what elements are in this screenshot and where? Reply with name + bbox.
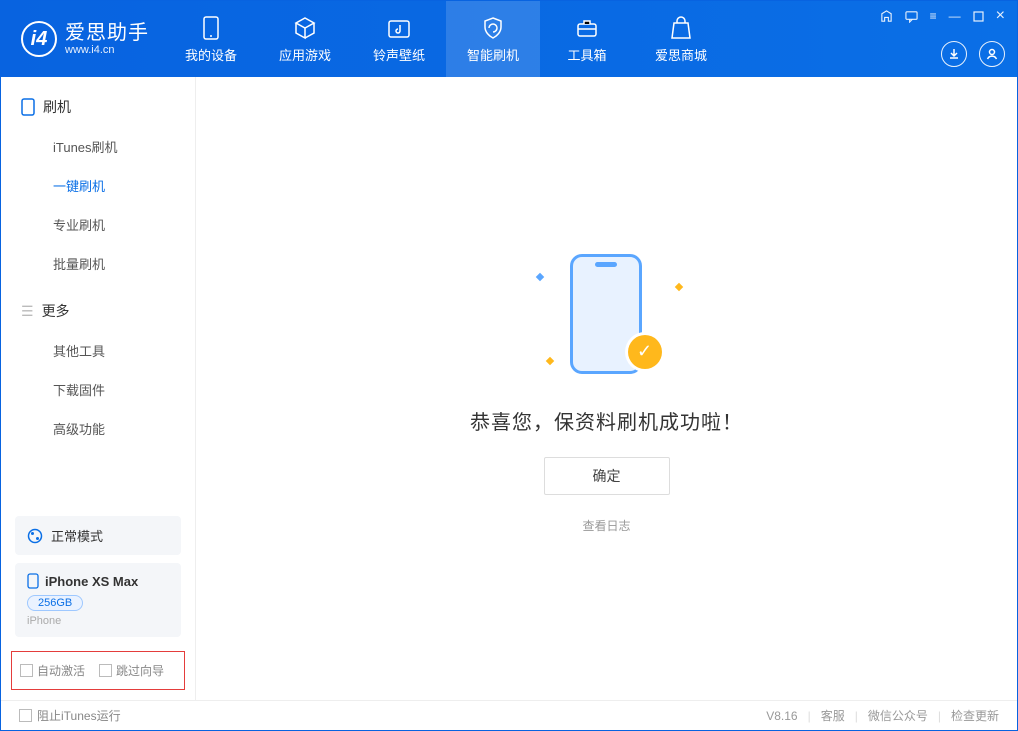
app-subtitle: www.i4.cn xyxy=(65,44,149,56)
mode-status[interactable]: 正常模式 xyxy=(15,516,181,555)
close-button[interactable]: × xyxy=(996,7,1005,25)
check-badge-icon: ✓ xyxy=(628,335,662,369)
user-button[interactable] xyxy=(979,41,1005,67)
sidebar-item-other-tools[interactable]: 其他工具 xyxy=(1,331,195,370)
tab-store[interactable]: 爱思商城 xyxy=(634,1,728,77)
device-type: iPhone xyxy=(27,615,169,627)
menu-icon[interactable]: ≡ xyxy=(930,9,937,23)
sidebar-item-oneclick-flash[interactable]: 一键刷机 xyxy=(1,166,195,205)
footer-link-wechat[interactable]: 微信公众号 xyxy=(868,707,928,724)
window-controls: ≡ — × xyxy=(880,7,1005,25)
tab-ringtones[interactable]: 铃声壁纸 xyxy=(352,1,446,77)
tab-my-device[interactable]: 我的设备 xyxy=(164,1,258,77)
logo[interactable]: i4 爱思助手 www.i4.cn xyxy=(1,21,164,57)
ok-button[interactable]: 确定 xyxy=(544,457,670,495)
shield-refresh-icon xyxy=(480,15,506,41)
sidebar-section-flash[interactable]: 刷机 xyxy=(1,87,195,127)
tab-label: 铃声壁纸 xyxy=(373,45,425,64)
phone-icon xyxy=(198,15,224,41)
music-folder-icon xyxy=(386,15,412,41)
tab-label: 我的设备 xyxy=(185,45,237,64)
version-label: V8.16 xyxy=(766,709,797,723)
auto-activate-checkbox[interactable]: 自动激活 xyxy=(20,662,85,679)
sidebar-item-download-firmware[interactable]: 下载固件 xyxy=(1,370,195,409)
footer-link-update[interactable]: 检查更新 xyxy=(951,707,999,724)
section-title: 刷机 xyxy=(43,97,71,117)
header: i4 爱思助手 www.i4.cn 我的设备 应用游戏 铃声壁纸 智能刷机 工具… xyxy=(1,1,1017,77)
download-button[interactable] xyxy=(941,41,967,67)
sidebar-item-advanced[interactable]: 高级功能 xyxy=(1,409,195,448)
toolbox-icon xyxy=(574,15,600,41)
mode-label: 正常模式 xyxy=(51,526,103,545)
skip-guide-checkbox[interactable]: 跳过向导 xyxy=(99,662,164,679)
tab-label: 爱思商城 xyxy=(655,45,707,64)
device-capacity: 256GB xyxy=(27,595,83,611)
block-itunes-checkbox[interactable]: 阻止iTunes运行 xyxy=(19,707,121,724)
sidebar-item-pro-flash[interactable]: 专业刷机 xyxy=(1,205,195,244)
tab-label: 工具箱 xyxy=(567,45,606,64)
success-message: 恭喜您，保资料刷机成功啦！ xyxy=(470,406,743,435)
maximize-button[interactable] xyxy=(973,11,984,22)
main-content: ✓ 恭喜您，保资料刷机成功啦！ 确定 查看日志 xyxy=(196,77,1017,700)
success-illustration: ✓ xyxy=(532,244,682,384)
device-name: iPhone XS Max xyxy=(45,574,138,589)
tab-apps-games[interactable]: 应用游戏 xyxy=(258,1,352,77)
mode-icon xyxy=(27,528,43,544)
bag-icon xyxy=(668,15,694,41)
view-log-link[interactable]: 查看日志 xyxy=(582,517,630,534)
options-row: 自动激活 跳过向导 xyxy=(11,651,185,690)
sidebar-section-more[interactable]: ☰ 更多 xyxy=(1,291,195,331)
theme-icon[interactable] xyxy=(880,10,893,23)
device-info[interactable]: iPhone XS Max 256GB iPhone xyxy=(15,563,181,637)
minimize-button[interactable]: — xyxy=(949,9,961,23)
device-icon xyxy=(21,98,35,116)
app-title: 爱思助手 xyxy=(65,22,149,44)
nav-tabs: 我的设备 应用游戏 铃声壁纸 智能刷机 工具箱 爱思商城 xyxy=(164,1,728,77)
cube-icon xyxy=(292,15,318,41)
phone-small-icon xyxy=(27,573,39,589)
tab-smart-flash[interactable]: 智能刷机 xyxy=(446,1,540,77)
sidebar-item-batch-flash[interactable]: 批量刷机 xyxy=(1,244,195,283)
tab-label: 智能刷机 xyxy=(467,45,519,64)
section-title: 更多 xyxy=(42,301,70,321)
list-icon: ☰ xyxy=(21,303,34,320)
footer: 阻止iTunes运行 V8.16 | 客服 | 微信公众号 | 检查更新 xyxy=(1,700,1017,730)
feedback-icon[interactable] xyxy=(905,10,918,23)
logo-icon: i4 xyxy=(21,21,57,57)
sidebar: 刷机 iTunes刷机 一键刷机 专业刷机 批量刷机 ☰ 更多 其他工具 下载固… xyxy=(1,77,196,700)
footer-link-support[interactable]: 客服 xyxy=(821,707,845,724)
sidebar-item-itunes-flash[interactable]: iTunes刷机 xyxy=(1,127,195,166)
tab-toolbox[interactable]: 工具箱 xyxy=(540,1,634,77)
tab-label: 应用游戏 xyxy=(279,45,331,64)
